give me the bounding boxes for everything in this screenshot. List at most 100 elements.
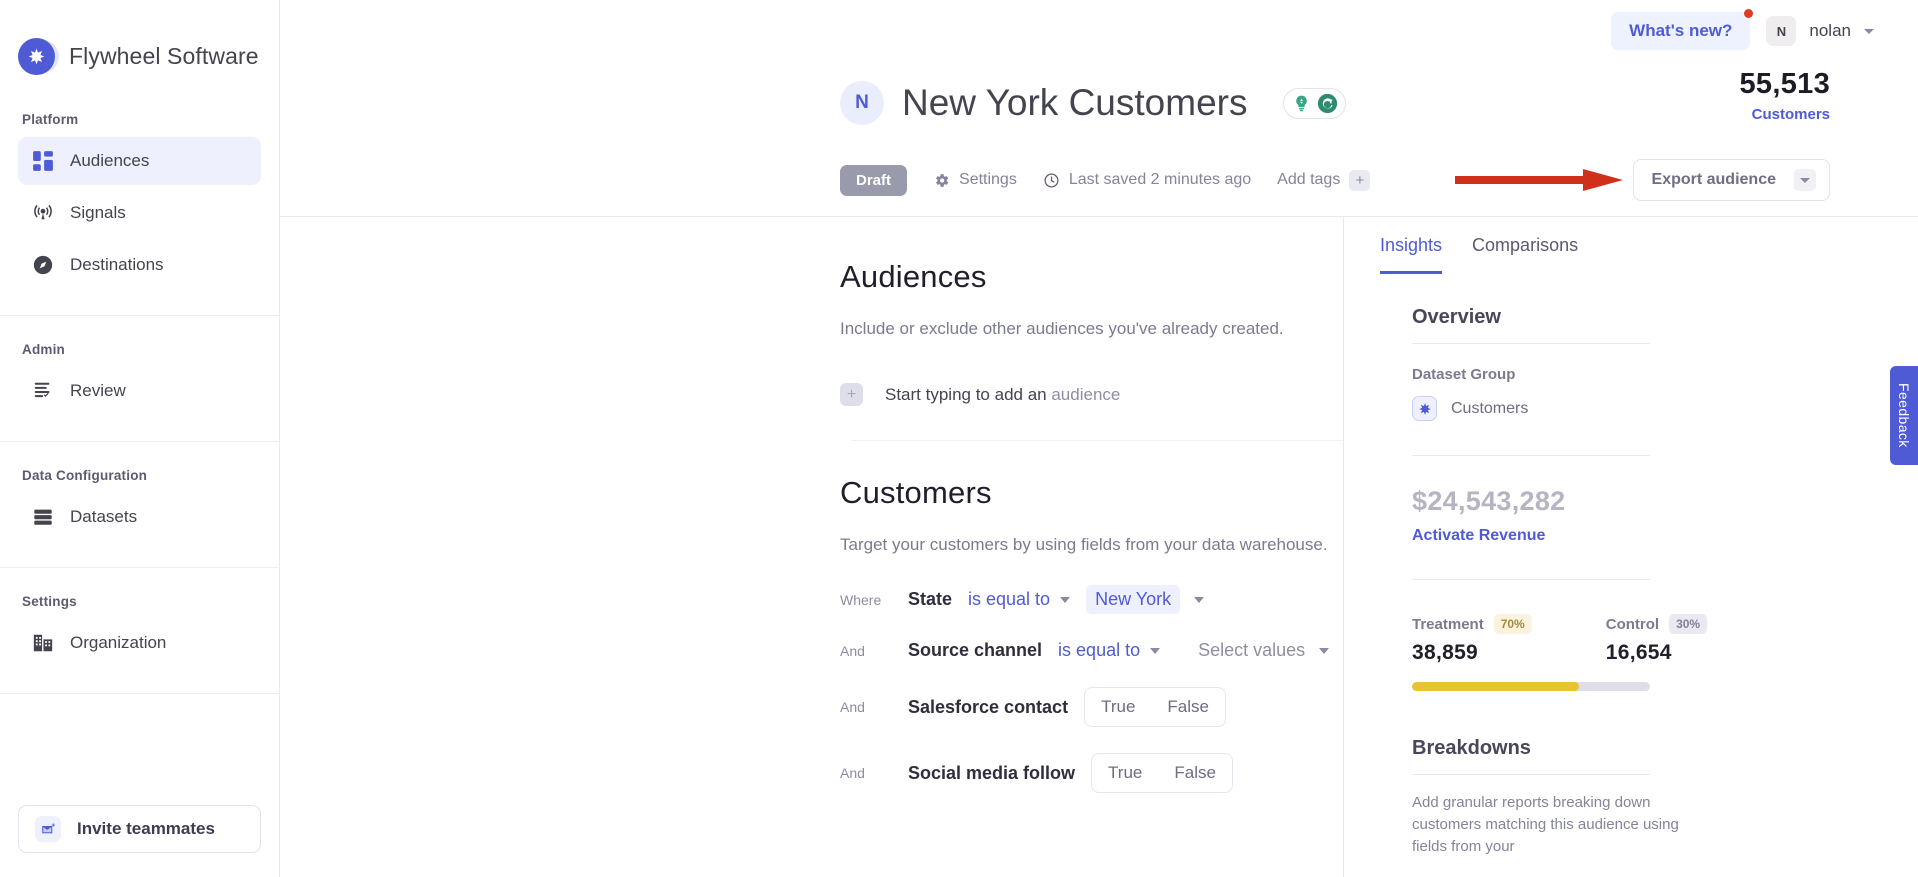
status-badge[interactable]: Draft bbox=[840, 164, 908, 196]
tab-insights[interactable]: Insights bbox=[1380, 235, 1443, 274]
overview-title: Overview bbox=[1412, 306, 1501, 328]
insights-tabs: Insights Comparisons bbox=[1380, 217, 1918, 274]
plus-icon[interactable]: + bbox=[840, 383, 863, 406]
filter-row: And Source channel is equal to Select va… bbox=[840, 640, 1343, 661]
whats-new-label: What's new? bbox=[1629, 21, 1733, 40]
sidebar-item-label-organization: Organization bbox=[70, 633, 167, 652]
gear-icon bbox=[936, 173, 949, 187]
sidebar-item-signals[interactable]: Signals bbox=[18, 189, 261, 237]
filter-operator-select[interactable]: is equal to bbox=[968, 589, 1071, 610]
sidebar: Flywheel Software Platform Audiences Sig… bbox=[0, 0, 280, 877]
title-row: N New York Customers 55,513 Customers bbox=[280, 62, 1874, 144]
sidebar-item-destinations[interactable]: Destinations bbox=[18, 241, 261, 289]
nav-group-settings: Settings Organization bbox=[0, 568, 279, 671]
add-audience-row[interactable]: + Start typing to add an audience bbox=[840, 383, 1343, 406]
avatar: N bbox=[1766, 16, 1797, 46]
page-header: N New York Customers 55,513 Customers Dr… bbox=[280, 62, 1918, 216]
dataset-group-row[interactable]: Customers bbox=[1412, 396, 1878, 421]
filter-field[interactable]: Salesforce contact bbox=[908, 697, 1068, 718]
filter-field[interactable]: Social media follow bbox=[908, 763, 1075, 784]
activate-revenue-link[interactable]: Activate Revenue bbox=[1412, 527, 1878, 545]
customers-section-title: Customers bbox=[840, 475, 992, 510]
filter-conjunction: Where bbox=[840, 591, 882, 608]
nav-group-platform: Platform Audiences Signals Destinations bbox=[0, 86, 279, 315]
nav-group-label-admin: Admin bbox=[22, 342, 65, 357]
filter-value-select[interactable]: Select values bbox=[1198, 640, 1330, 661]
filter-value-pill: New York bbox=[1086, 585, 1181, 614]
page-title: New York Customers bbox=[902, 82, 1248, 123]
filter-field[interactable]: Source channel bbox=[908, 640, 1042, 661]
customers-section-description: Target your customers by using fields fr… bbox=[840, 535, 1328, 554]
add-audience-input: Start typing to add an audience bbox=[885, 385, 1120, 405]
brand[interactable]: Flywheel Software bbox=[0, 0, 279, 86]
plus-icon: + bbox=[1349, 169, 1371, 191]
filter-row: Where State is equal to New York bbox=[840, 585, 1343, 614]
boolean-false-option[interactable]: False bbox=[1158, 754, 1232, 792]
boolean-true-option[interactable]: True bbox=[1085, 688, 1151, 726]
boolean-toggle[interactable]: True False bbox=[1091, 753, 1233, 793]
nav-group-data-configuration: Data Configuration Datasets bbox=[0, 442, 279, 567]
topbar: What's new? N nolan bbox=[280, 0, 1918, 62]
meta-row: Draft Settings Last saved 2 minutes ago … bbox=[280, 144, 1874, 216]
boolean-toggle[interactable]: True False bbox=[1084, 687, 1226, 727]
filter-row: And Salesforce contact True False bbox=[840, 687, 1343, 727]
annotation-arrow-icon bbox=[1455, 169, 1623, 191]
audience-count-label[interactable]: Customers bbox=[1740, 106, 1830, 123]
invite-teammates-label: Invite teammates bbox=[77, 819, 215, 838]
breakdowns-title: Breakdowns bbox=[1412, 737, 1531, 759]
audience-count-block: 55,513 Customers bbox=[1740, 68, 1831, 123]
status-badge-group[interactable] bbox=[1283, 87, 1347, 119]
audience-avatar: N bbox=[840, 81, 884, 125]
chevron-down-icon bbox=[1194, 596, 1205, 603]
audience-builder-canvas: Audiences Include or exclude other audie… bbox=[280, 217, 1343, 877]
nav-group-label-settings: Settings bbox=[22, 594, 77, 609]
app-root: Flywheel Software Platform Audiences Sig… bbox=[0, 0, 1918, 877]
database-icon bbox=[32, 506, 54, 528]
user-menu[interactable]: N nolan bbox=[1766, 16, 1874, 46]
notification-dot-icon bbox=[1744, 9, 1754, 18]
body-area: Audiences Include or exclude other audie… bbox=[280, 216, 1918, 877]
nav-group-admin: Admin Review bbox=[0, 316, 279, 441]
whats-new-button[interactable]: What's new? bbox=[1611, 9, 1754, 50]
main-area: What's new? N nolan N New York Customers bbox=[280, 0, 1918, 877]
sidebar-item-organization[interactable]: Organization bbox=[18, 619, 261, 667]
dataset-group-name: Customers bbox=[1451, 399, 1529, 417]
overview-underline bbox=[1412, 343, 1650, 344]
chevron-down-icon bbox=[1150, 647, 1161, 654]
control-block: Control 30% 16,654 bbox=[1606, 614, 1708, 665]
settings-button[interactable]: Settings bbox=[933, 171, 1017, 189]
dataset-group-label: Dataset Group bbox=[1412, 366, 1516, 383]
section-divider bbox=[852, 440, 1343, 441]
add-tags-label: Add tags bbox=[1277, 171, 1341, 188]
sidebar-item-label-destinations: Destinations bbox=[70, 255, 164, 274]
filter-value-select[interactable]: New York bbox=[1086, 585, 1205, 614]
audience-count-value: 55,513 bbox=[1739, 68, 1830, 100]
breakdowns-underline bbox=[1412, 774, 1650, 775]
boolean-true-option[interactable]: True bbox=[1092, 754, 1158, 792]
refresh-icon[interactable] bbox=[1316, 92, 1339, 115]
grid-icon bbox=[32, 150, 54, 172]
boolean-false-option[interactable]: False bbox=[1151, 688, 1225, 726]
export-audience-button[interactable]: Export audience bbox=[1632, 159, 1830, 201]
sidebar-item-label-signals: Signals bbox=[70, 203, 126, 222]
filter-field[interactable]: State bbox=[908, 589, 952, 610]
audiences-section-title: Audiences bbox=[840, 259, 987, 294]
tab-comparisons[interactable]: Comparisons bbox=[1472, 235, 1578, 274]
revenue-value: $24,543,282 bbox=[1412, 486, 1566, 516]
flywheel-star-icon bbox=[18, 37, 55, 75]
sidebar-item-audiences[interactable]: Audiences bbox=[18, 137, 261, 185]
add-tags-button[interactable]: Add tags + bbox=[1277, 169, 1371, 191]
filter-operator-select[interactable]: is equal to bbox=[1058, 640, 1161, 661]
insights-content: Overview Dataset Group Customers $24,543… bbox=[1380, 274, 1918, 857]
sidebar-item-review[interactable]: Review bbox=[18, 367, 261, 415]
chevron-down-icon bbox=[1864, 28, 1874, 34]
invite-teammates-button[interactable]: Invite teammates bbox=[18, 805, 261, 853]
chevron-down-icon[interactable] bbox=[1794, 169, 1816, 191]
sidebar-item-datasets[interactable]: Datasets bbox=[18, 493, 261, 541]
export-audience-label: Export audience bbox=[1651, 171, 1776, 188]
filter-conjunction: And bbox=[840, 699, 865, 715]
sidebar-item-label-datasets: Datasets bbox=[70, 507, 138, 526]
building-icon bbox=[32, 632, 54, 654]
feedback-tab[interactable]: Feedback bbox=[1890, 366, 1918, 465]
lightbulb-icon[interactable] bbox=[1290, 92, 1313, 115]
